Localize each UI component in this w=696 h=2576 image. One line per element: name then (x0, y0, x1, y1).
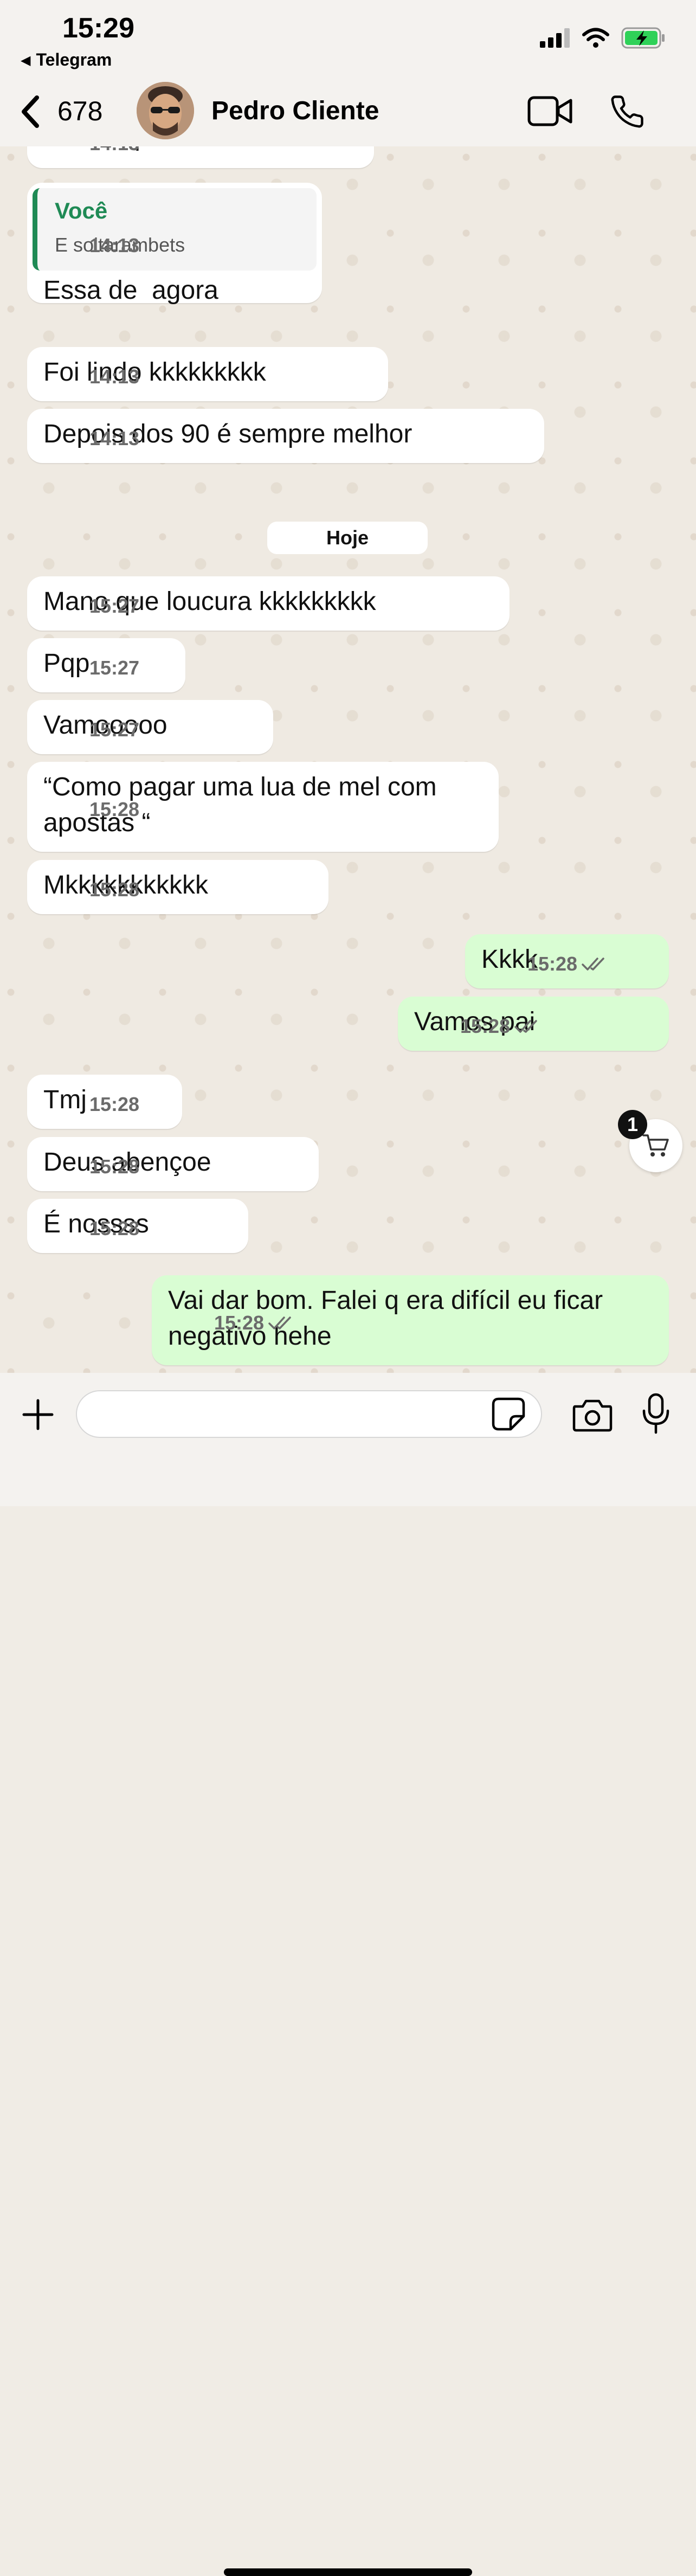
message-bubble[interactable]: Foi lindo kkkkkkkkk 14:13 (27, 347, 388, 401)
cart-badge: 1 (618, 1110, 647, 1139)
message-time: 15:28 (89, 1155, 140, 1178)
message-bubble[interactable]: Pqp 15:27 (27, 638, 185, 692)
camera-icon[interactable] (572, 1398, 613, 1432)
message-bubble[interactable]: Deus abençoe 15:28 (27, 1137, 319, 1191)
microphone-icon[interactable] (641, 1392, 671, 1435)
sent-message-bubble[interactable]: Vai dar bom. Falei q era difícil eu fica… (152, 1275, 669, 1365)
message-time: 15:27 (89, 595, 140, 617)
battery-charging-icon (621, 27, 665, 49)
message-time: 15:28 (214, 1287, 653, 1359)
sticker-icon[interactable] (491, 1397, 526, 1431)
chat-header: 678 Pedro Cliente (0, 76, 696, 146)
shopping-cart-icon (642, 1134, 669, 1157)
unread-count[interactable]: 678 (57, 95, 102, 127)
message-time: 15:27 (89, 657, 140, 679)
sent-message-bubble[interactable]: Vamos pai 15:28 (398, 997, 669, 1051)
contact-avatar[interactable] (137, 82, 194, 139)
back-to-app-link[interactable]: ◀ Telegram (21, 50, 112, 70)
message-input[interactable] (76, 1390, 542, 1438)
video-call-icon[interactable] (527, 95, 573, 127)
message-time: 14:13 (89, 365, 140, 388)
message-time: 14:13 (89, 234, 140, 256)
message-time: 14:13 (89, 146, 358, 162)
message-time: 15:28 (89, 1217, 140, 1239)
message-bubble[interactable]: Mano que loucura kkkkkkkkk 15:27 (27, 576, 510, 631)
double-check-read-icon (582, 958, 604, 971)
plus-icon[interactable] (21, 1397, 55, 1432)
message-time-text: 15:28 (460, 1015, 511, 1037)
message-time: 15:28 (89, 1093, 140, 1115)
reply-message-bubble[interactable]: Você E soltarambets Essa de agora 14:13 (27, 183, 322, 305)
back-app-label: Telegram (36, 50, 112, 69)
message-time-text: 15:28 (214, 1312, 265, 1334)
double-check-read-icon (268, 1316, 291, 1329)
message-bubble[interactable]: Tmj 15:28 (27, 1075, 182, 1129)
message-time-text: 15:28 (527, 953, 578, 975)
message-time: 15:28 (89, 798, 140, 820)
status-bar: 15:29 ◀ Telegram (0, 0, 696, 76)
date-divider: Hoje (267, 522, 428, 554)
voice-call-icon[interactable] (609, 94, 645, 130)
message-bubble[interactable]: Mkkkkkkkkkkk 15:28 (27, 860, 328, 914)
message-bubble[interactable]: Solicito por onde ? 14:13 (27, 146, 374, 168)
back-triangle-icon: ◀ (21, 53, 31, 68)
back-chevron-icon[interactable] (21, 95, 40, 128)
wifi-icon (582, 28, 609, 48)
home-indicator (224, 2568, 472, 2576)
message-bubble[interactable]: “Como pagar uma lua de mel com apostas “… (27, 762, 499, 852)
avatar-image (137, 82, 194, 139)
message-time: 15:27 (89, 718, 140, 741)
status-icons (540, 27, 666, 49)
message-time: 15:28 (527, 946, 653, 982)
message-time: 15:28 (460, 1008, 653, 1044)
message-time: 14:13 (89, 427, 140, 449)
chat-messages[interactable]: Solicito por onde ? 14:13 Você E soltara… (0, 146, 696, 1373)
contact-name[interactable]: Pedro Cliente (211, 96, 379, 126)
sent-message-bubble[interactable]: Kkkk 15:28 (465, 934, 669, 988)
message-bubble[interactable]: Depois dos 90 é sempre melhor 14:13 (27, 409, 544, 463)
double-check-read-icon (514, 1020, 537, 1033)
message-bubble[interactable]: É nossss 15:28 (27, 1199, 248, 1253)
message-bubble[interactable]: Vamooooo 15:27 (27, 700, 273, 754)
status-time: 15:29 (62, 12, 134, 44)
message-composer (0, 1373, 696, 2576)
cellular-signal-icon (540, 28, 570, 48)
message-time: 15:28 (89, 878, 140, 901)
